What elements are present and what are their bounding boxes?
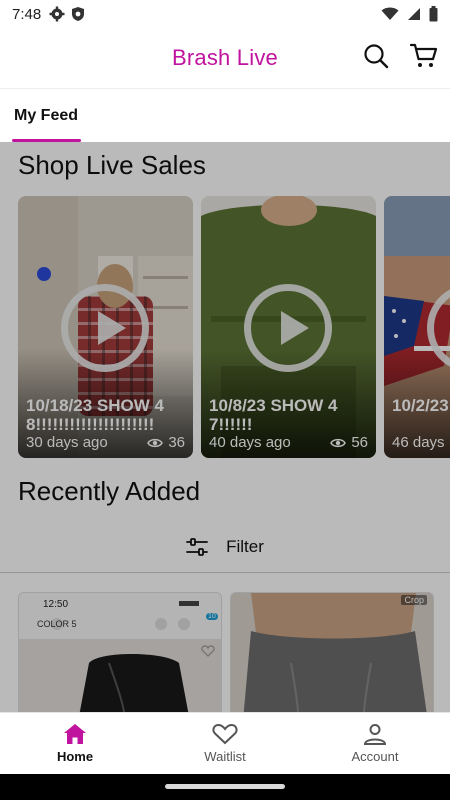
cart-button[interactable]	[410, 42, 438, 70]
product-phone-time: 12:50	[43, 599, 69, 610]
live-sale-title: 10/2/23 46!!!!!!	[392, 396, 449, 415]
product-corner-label: Crop	[401, 595, 427, 605]
live-sale-age: 46 days	[392, 434, 445, 451]
tab-my-feed[interactable]: My Feed	[14, 107, 78, 125]
play-icon[interactable]	[244, 284, 332, 372]
bottom-nav: Home Waitlist Account	[0, 712, 450, 774]
feed-content[interactable]: Shop Live Sales 10/18/23 SHOW 48!!!!!!!!…	[0, 142, 450, 712]
live-sale-card[interactable]: 10/2/23 46!!!!!! 46 days	[384, 196, 450, 458]
live-sale-meta: 30 days ago 36	[26, 434, 185, 451]
live-sale-age: 40 days ago	[209, 434, 291, 451]
product-thumbnail	[19, 593, 221, 712]
app-title: Brash Live	[172, 45, 278, 70]
nav-home-label: Home	[56, 749, 94, 764]
filter-icon	[186, 538, 209, 556]
play-icon[interactable]	[61, 284, 149, 372]
signal-icon	[408, 8, 420, 20]
live-sale-age: 30 days ago	[26, 434, 108, 451]
nav-waitlist-label: Waitlist	[204, 749, 246, 764]
nav-account-label: Account	[351, 749, 399, 764]
product-header-text: COLOR 5	[37, 619, 77, 629]
divider	[0, 572, 450, 573]
product-thumbnail	[231, 593, 433, 712]
status-bar: 7:48	[0, 0, 450, 28]
search-icon	[364, 44, 389, 69]
live-sale-title: 10/8/23 SHOW 47!!!!!!	[209, 396, 338, 434]
live-sale-card[interactable]: 10/8/23 SHOW 47!!!!!! 40 days ago 56	[201, 196, 376, 458]
nav-account[interactable]: Account	[300, 713, 450, 774]
live-sale-views: 36	[168, 434, 185, 451]
settings-icon	[49, 6, 65, 22]
live-sale-card[interactable]: 10/18/23 SHOW 48!!!!!!!!!!!!!!!!!!!!! 30…	[18, 196, 193, 458]
cart-icon	[410, 43, 438, 67]
shield-icon	[72, 7, 85, 21]
heart-icon	[212, 723, 238, 745]
live-sale-meta: 46 days	[392, 434, 450, 451]
live-sale-title: 10/18/23 SHOW 48!!!!!!!!!!!!!!!!!!!!!	[26, 396, 164, 434]
heart-icon[interactable]	[201, 645, 215, 657]
live-sale-meta: 40 days ago 56	[209, 434, 368, 451]
search-button[interactable]	[362, 42, 390, 70]
product-card[interactable]: Crop	[230, 592, 434, 712]
section-title-shop-live: Shop Live Sales	[18, 150, 206, 180]
eye-icon	[330, 438, 347, 447]
battery-icon	[429, 6, 438, 22]
section-title-recently-added: Recently Added	[18, 476, 201, 506]
eye-icon	[147, 438, 164, 447]
nav-waitlist[interactable]: Waitlist	[150, 713, 300, 774]
filter-label: Filter	[226, 537, 264, 556]
live-sale-views: 56	[351, 434, 368, 451]
account-icon	[363, 724, 387, 745]
wifi-icon	[381, 7, 399, 20]
home-gesture-pill[interactable]	[165, 784, 285, 789]
feed-tabs: My Feed	[0, 88, 450, 142]
home-icon	[64, 724, 86, 744]
product-card[interactable]: 12:50 COLOR 5 10	[18, 592, 222, 712]
system-nav-bar	[0, 774, 450, 800]
app-header: Brash Live	[0, 28, 450, 88]
status-time: 7:48	[12, 5, 42, 23]
filter-button[interactable]: Filter	[0, 522, 450, 572]
nav-home[interactable]: Home	[0, 713, 150, 774]
product-badge: 10	[206, 613, 218, 620]
